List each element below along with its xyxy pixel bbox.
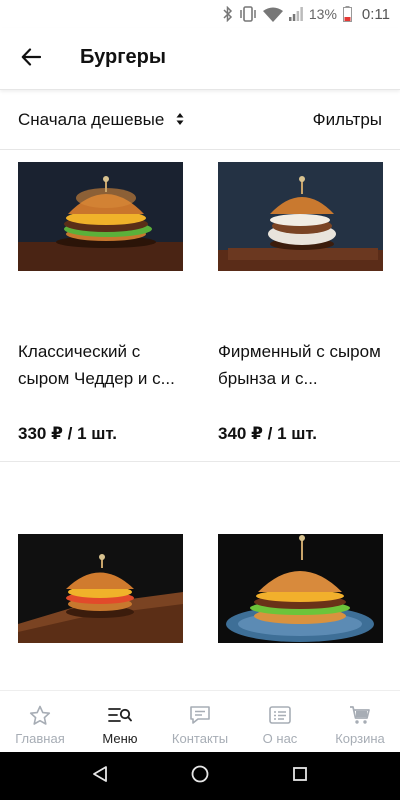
chat-icon bbox=[189, 704, 211, 726]
back-button[interactable] bbox=[14, 42, 48, 76]
nav-item-label: Корзина bbox=[335, 731, 385, 746]
nav-item-about[interactable]: О нас bbox=[240, 691, 320, 752]
sort-arrows-icon bbox=[176, 110, 184, 130]
info-card-icon bbox=[269, 704, 291, 726]
nav-item-label: О нас bbox=[262, 731, 298, 746]
home-circle-icon bbox=[190, 764, 210, 789]
signal-icon bbox=[288, 7, 303, 21]
product-card[interactable] bbox=[18, 534, 183, 643]
sort-bar: Сначала дешевые Фильтры bbox=[0, 90, 400, 150]
product-price: 340 ₽ / 1 шт. bbox=[218, 424, 317, 443]
status-clock: 0:11 bbox=[361, 5, 390, 23]
nav-item-contacts[interactable]: Контакты bbox=[160, 691, 240, 752]
bluetooth-icon bbox=[223, 6, 233, 22]
product-photo bbox=[218, 534, 383, 643]
product-photo bbox=[18, 162, 183, 271]
wifi-icon bbox=[262, 7, 283, 22]
status-icons: 13% 0:11 bbox=[223, 4, 390, 24]
recents-square-icon bbox=[291, 765, 309, 788]
battery-percent: 13% bbox=[308, 6, 337, 22]
products-grid: Классический с сыром Чеддер и с... 330 ₽… bbox=[0, 150, 400, 690]
nav-item-label: Контакты bbox=[171, 731, 229, 746]
app-bar: Бургеры bbox=[0, 28, 400, 90]
page-title: Бургеры bbox=[80, 46, 166, 68]
sort-label: Сначала дешевые bbox=[18, 110, 165, 129]
product-photo bbox=[18, 534, 183, 643]
back-triangle-icon bbox=[91, 765, 109, 788]
nav-item-home[interactable]: Главная bbox=[0, 691, 80, 752]
product-card[interactable]: Классический с сыром Чеддер и с... 330 ₽… bbox=[18, 162, 183, 443]
nav-item-menu[interactable]: Меню bbox=[80, 691, 160, 752]
product-name: Классический с сыром Чеддер и с... bbox=[18, 342, 175, 388]
product-photo bbox=[218, 162, 383, 271]
system-navigation-bar bbox=[0, 752, 400, 800]
menu-search-icon bbox=[108, 704, 132, 726]
battery-low-icon bbox=[342, 6, 352, 22]
filters-button[interactable]: Фильтры bbox=[313, 110, 382, 130]
nav-item-label: Меню bbox=[102, 731, 138, 746]
system-recents-button[interactable] bbox=[289, 765, 311, 787]
product-name: Фирменный с сыром брынза и с... bbox=[218, 342, 381, 388]
product-price: 330 ₽ / 1 шт. bbox=[18, 424, 117, 443]
product-card[interactable] bbox=[218, 534, 383, 643]
product-card[interactable]: Фирменный с сыром брынза и с... 340 ₽ / … bbox=[218, 162, 383, 443]
bottom-navigation: Главная Меню Контакты О нас Корзина bbox=[0, 690, 400, 752]
nav-item-cart[interactable]: Корзина bbox=[320, 691, 400, 752]
vibrate-icon bbox=[239, 6, 257, 22]
row-divider bbox=[0, 461, 400, 462]
star-icon bbox=[29, 704, 51, 726]
system-home-button[interactable] bbox=[189, 765, 211, 787]
cart-icon bbox=[349, 704, 371, 726]
system-back-button[interactable] bbox=[89, 765, 111, 787]
sort-select[interactable]: Сначала дешевые bbox=[18, 110, 184, 130]
nav-item-label: Главная bbox=[15, 731, 65, 746]
status-bar: 13% 0:11 bbox=[0, 0, 400, 28]
arrow-left-icon bbox=[21, 47, 42, 71]
